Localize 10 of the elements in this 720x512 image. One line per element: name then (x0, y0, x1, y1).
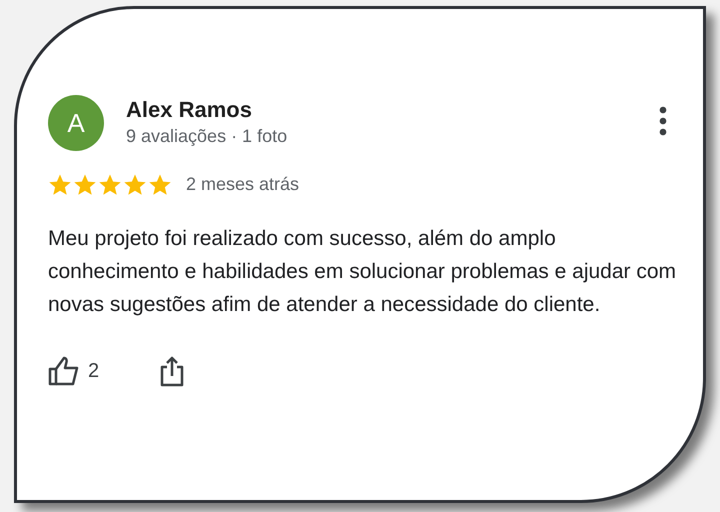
share-button[interactable] (159, 355, 186, 387)
thumbs-up-icon (48, 356, 80, 386)
share-icon (159, 355, 186, 387)
review-meta: 9 avaliações · 1 foto (126, 125, 288, 148)
avatar: A (48, 95, 104, 151)
like-button[interactable]: 2 (48, 356, 100, 386)
more-icon (659, 106, 667, 136)
review-text: Meu projeto foi realizado com sucesso, além do amplo conhecimento e habilidades em solucionar problemas e ajudar com novas sugestões afim de atender a necessidade do cliente. (48, 226, 678, 318)
review-time: 2 meses atrás (186, 173, 300, 196)
reviewer-name: Alex Ramos (126, 96, 253, 124)
